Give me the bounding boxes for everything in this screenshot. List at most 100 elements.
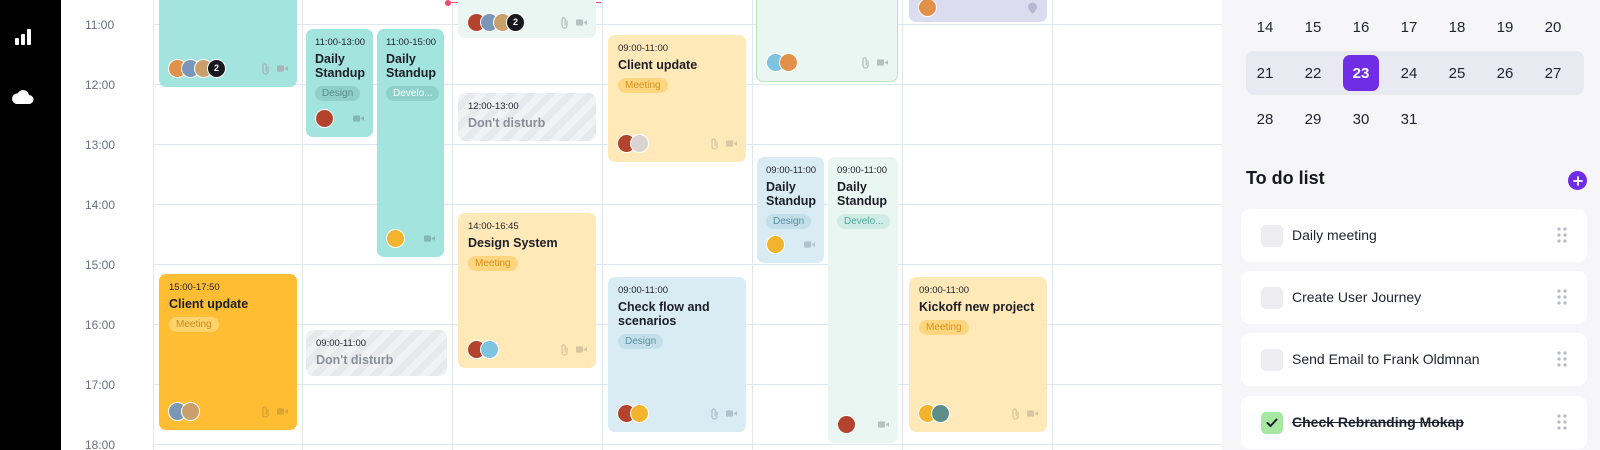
todo-checkbox[interactable] xyxy=(1261,349,1283,371)
hour-label: 18:00 xyxy=(85,438,116,450)
video-icon[interactable] xyxy=(804,239,815,250)
calendar-day[interactable]: 31 xyxy=(1391,101,1427,137)
calendar-day-selected[interactable]: 23 xyxy=(1343,55,1379,91)
calendar-day[interactable]: 22 xyxy=(1295,55,1331,91)
calendar-day[interactable]: 18 xyxy=(1439,9,1475,45)
calendar-day[interactable]: 15 xyxy=(1295,9,1331,45)
event-card[interactable]: 12:00-13:00 Don't disturb xyxy=(458,93,596,141)
event-title: Daily Standup xyxy=(315,52,365,80)
event-card[interactable] xyxy=(909,0,1047,22)
video-icon[interactable] xyxy=(576,17,587,28)
calendar-day[interactable]: 29 xyxy=(1295,101,1331,137)
calendar-day[interactable]: 16 xyxy=(1343,9,1379,45)
event-card[interactable]: 09:00-11:00 Daily Standup Develo... xyxy=(828,157,898,443)
video-icon[interactable] xyxy=(726,138,737,149)
event-card[interactable]: 11:00-15:00 Daily Standup Develo... xyxy=(377,29,444,257)
todo-item[interactable]: Send Email to Frank Oldmnan xyxy=(1241,333,1587,386)
cloud-icon[interactable] xyxy=(12,86,34,108)
paperclip-icon[interactable] xyxy=(709,137,720,150)
todo-item[interactable]: Create User Journey xyxy=(1241,271,1587,324)
paperclip-icon[interactable] xyxy=(709,407,720,420)
day-column-divider xyxy=(752,0,753,450)
paperclip-icon[interactable] xyxy=(860,56,871,69)
paperclip-icon[interactable] xyxy=(1010,407,1021,420)
video-icon[interactable] xyxy=(1027,408,1038,419)
event-card[interactable]: 15:00-17:50 Client update Meeting xyxy=(159,274,297,430)
todo-item[interactable]: Check Rebranding Mokap xyxy=(1241,396,1587,449)
event-time: 09:00-11:00 xyxy=(766,165,817,176)
paperclip-icon[interactable] xyxy=(559,16,570,29)
event-time: 11:00-13:00 xyxy=(315,37,366,48)
paperclip-icon[interactable] xyxy=(260,405,271,418)
event-card[interactable]: 11:00-13:00 Daily Standup Design xyxy=(306,29,373,137)
attendee-avatars: 2 xyxy=(168,58,226,78)
event-card[interactable]: 09:00-11:00 Don't disturb xyxy=(306,330,447,376)
avatar xyxy=(837,414,856,434)
event-tag: Design xyxy=(618,334,664,349)
day-column-divider xyxy=(302,0,303,450)
avatar xyxy=(779,52,798,72)
drag-handle-icon[interactable] xyxy=(1557,289,1567,305)
event-footer: 2 xyxy=(467,12,587,32)
add-todo-button[interactable] xyxy=(1568,171,1587,190)
calendar-day[interactable]: 24 xyxy=(1391,55,1427,91)
event-card[interactable]: 09:00-11:00 Client update Meeting xyxy=(608,35,746,162)
video-icon[interactable] xyxy=(878,419,889,430)
calendar-day[interactable]: 25 xyxy=(1439,55,1475,91)
drag-handle-icon[interactable] xyxy=(1557,227,1567,243)
event-card[interactable] xyxy=(756,0,898,82)
video-icon[interactable] xyxy=(576,344,587,355)
todo-label: Check Rebranding Mokap xyxy=(1292,414,1464,430)
calendar-day[interactable]: 26 xyxy=(1487,55,1523,91)
video-icon[interactable] xyxy=(277,63,288,74)
drag-handle-icon[interactable] xyxy=(1557,351,1567,367)
todo-item[interactable]: Daily meeting xyxy=(1241,209,1587,262)
event-card[interactable]: 2 xyxy=(159,0,297,87)
event-card[interactable]: 09:00-11:00 Daily Standup Design xyxy=(757,157,824,263)
todo-checkbox-checked[interactable] xyxy=(1261,412,1283,434)
calendar-day[interactable]: 30 xyxy=(1343,101,1379,137)
day-column-divider xyxy=(1052,0,1053,450)
avatar xyxy=(918,0,937,17)
calendar-day[interactable]: 20 xyxy=(1535,9,1571,45)
event-time: 09:00-11:00 xyxy=(316,338,367,349)
event-card[interactable]: 09:00-11:00 Kickoff new project Meeting xyxy=(909,277,1047,432)
location-pin-icon[interactable] xyxy=(1027,2,1038,14)
bar-chart-icon[interactable] xyxy=(12,26,34,48)
event-time: 09:00-11:00 xyxy=(837,165,888,176)
calendar-day[interactable]: 27 xyxy=(1535,55,1571,91)
attendee-count-badge: 2 xyxy=(506,12,525,32)
calendar-day[interactable]: 17 xyxy=(1391,9,1427,45)
video-icon[interactable] xyxy=(424,233,435,244)
calendar-day[interactable]: 21 xyxy=(1247,55,1283,91)
event-time: 09:00-11:00 xyxy=(618,285,669,296)
calendar-day[interactable]: 19 xyxy=(1487,9,1523,45)
event-card[interactable]: 09:00-11:00 Check flow and scenarios Des… xyxy=(608,277,746,432)
event-title: Design System xyxy=(468,236,558,250)
drag-handle-icon[interactable] xyxy=(1557,414,1567,430)
todo-checkbox[interactable] xyxy=(1261,287,1283,309)
video-icon[interactable] xyxy=(353,113,364,124)
video-icon[interactable] xyxy=(726,408,737,419)
event-tag: Develo... xyxy=(837,214,891,229)
event-card[interactable]: 14:00-16:45 Design System Meeting xyxy=(458,213,596,368)
hour-label: 15:00 xyxy=(85,258,116,272)
event-tag: Design xyxy=(315,86,361,101)
event-footer: 2 xyxy=(168,58,288,78)
calendar-day[interactable]: 14 xyxy=(1247,9,1283,45)
event-title: Client update xyxy=(169,297,249,311)
event-title: Daily Standup xyxy=(837,180,887,208)
hour-gridline xyxy=(153,204,1222,205)
event-tag: Develo... xyxy=(386,86,440,101)
hour-label: 14:00 xyxy=(85,198,116,212)
event-card[interactable]: 2 xyxy=(458,0,596,38)
calendar-day[interactable]: 28 xyxy=(1247,101,1283,137)
video-icon[interactable] xyxy=(877,57,888,68)
paperclip-icon[interactable] xyxy=(559,343,570,356)
event-footer xyxy=(386,228,435,248)
event-footer xyxy=(315,108,364,128)
todo-checkbox[interactable] xyxy=(1261,225,1283,247)
paperclip-icon[interactable] xyxy=(260,62,271,75)
video-icon[interactable] xyxy=(277,406,288,417)
avatar xyxy=(386,228,405,248)
